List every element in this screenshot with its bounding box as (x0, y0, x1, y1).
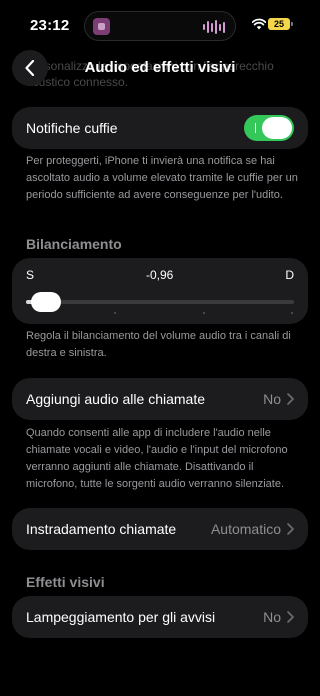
call-audio-label: Aggiungi audio alle chiamate (26, 391, 206, 407)
flash-alerts-label: Lampeggiamento per gli avvisi (26, 609, 216, 625)
now-playing-app-icon (93, 18, 110, 35)
balance-labels: S -0,96 D (26, 268, 294, 282)
balance-section-title: Bilanciamento (26, 236, 122, 252)
visual-effects-section-title: Effetti visivi (26, 574, 105, 590)
balance-description: Regola il bilanciamento del volume audio… (26, 330, 291, 359)
chevron-right-icon (287, 523, 294, 535)
call-routing-value: Automatico (210, 521, 281, 537)
balance-tick (202, 312, 205, 314)
balance-card: S -0,96 D (12, 258, 308, 324)
status-bar: 23:12 25 (0, 0, 320, 50)
headphone-notifications-card: Notifiche cuffie (12, 107, 308, 149)
battery-indicator: 25 (268, 18, 293, 30)
balance-right-label: D (285, 268, 294, 282)
toggle-knob (262, 117, 292, 139)
wifi-icon (252, 18, 266, 30)
headphone-notifications-row: Notifiche cuffie (12, 107, 308, 149)
visual-effects-card: Lampeggiamento per gli avvisi No (12, 596, 308, 638)
call-routing-label: Instradamento chiamate (26, 521, 177, 537)
headphone-notifications-label: Notifiche cuffie (26, 120, 118, 136)
chevron-right-icon (287, 611, 294, 623)
call-audio-card: Aggiungi audio alle chiamate No (12, 378, 308, 420)
call-audio-row[interactable]: Aggiungi audio alle chiamate No (12, 378, 308, 420)
dynamic-island[interactable] (84, 11, 236, 41)
flash-alerts-row[interactable]: Lampeggiamento per gli avvisi No (12, 596, 308, 638)
balance-tick (114, 312, 117, 314)
call-audio-value: No (263, 391, 281, 407)
audio-waveform-icon (203, 20, 225, 34)
page-title: Audio ed effetti visivi (84, 59, 236, 76)
call-routing-card: Instradamento chiamate Automatico (12, 508, 308, 550)
toggle-on-mark (255, 123, 256, 133)
chevron-right-icon (287, 393, 294, 405)
balance-slider[interactable] (26, 292, 294, 314)
balance-left-label: S (26, 268, 35, 282)
headphone-notifications-toggle[interactable] (244, 115, 294, 141)
balance-tick (291, 312, 294, 314)
call-audio-description: Quando consenti alle app di includere l'… (26, 427, 288, 490)
headphone-notifications-description: Per proteggerti, iPhone ti invierà una n… (26, 155, 298, 201)
balance-slider-knob[interactable] (30, 292, 61, 312)
status-time: 23:12 (30, 17, 70, 34)
flash-alerts-value: No (263, 609, 281, 625)
balance-value: -0,96 (145, 268, 174, 282)
call-routing-row[interactable]: Instradamento chiamate Automatico (12, 508, 308, 550)
